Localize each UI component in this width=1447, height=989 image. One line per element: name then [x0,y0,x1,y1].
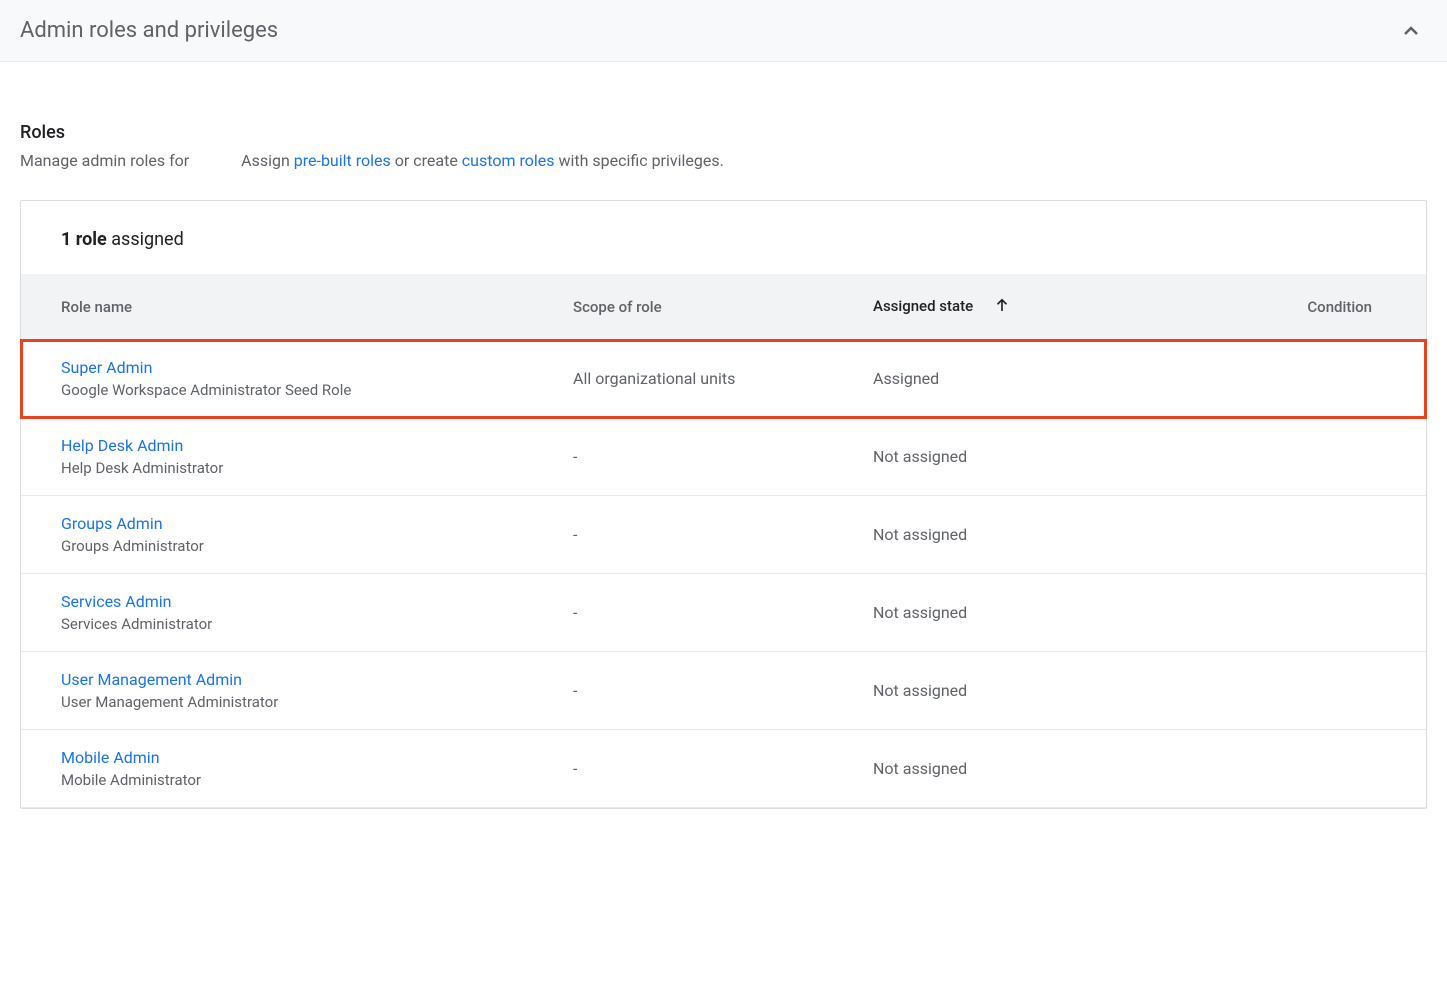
table-row[interactable]: Groups Admin Groups Administrator-Not ass… [21,496,1426,574]
table-row[interactable]: Services Admin Services Administrator-Not… [21,574,1426,652]
cell-state: Not assigned [861,496,1151,574]
cell-condition [1151,574,1426,652]
table-row[interactable]: Super Admin Google Workspace Administrato… [21,340,1426,418]
role-description: User Management Administrator [61,693,549,711]
custom-roles-link[interactable]: custom roles [462,151,555,170]
cell-scope: - [561,496,861,574]
cell-condition [1151,652,1426,730]
role-name-link[interactable]: Help Desk Admin [61,436,549,455]
chevron-up-icon[interactable] [1399,19,1423,43]
card-header: 1 role assigned [21,201,1426,274]
table-body: Super Admin Google Workspace Administrato… [21,340,1426,808]
cell-state: Not assigned [861,652,1151,730]
card-header-title: 1 role assigned [61,229,1386,250]
cell-scope: All organizational units [561,340,861,418]
cell-scope: - [561,730,861,808]
role-name-link[interactable]: Services Admin [61,592,549,611]
cell-role: Services Admin Services Administrator [21,574,561,652]
cell-state: Not assigned [861,574,1151,652]
cell-condition [1151,418,1426,496]
col-header-condition[interactable]: Condition [1151,274,1426,340]
cell-role: User Management Admin User Management Adm… [21,652,561,730]
table-head: Role name Scope of role Assigned state C… [21,274,1426,340]
subtitle-or: or create [391,151,462,170]
cell-scope: - [561,418,861,496]
panel-header: Admin roles and privileges [0,0,1447,62]
table-row[interactable]: Help Desk Admin Help Desk Administrator-N… [21,418,1426,496]
cell-role: Groups Admin Groups Administrator [21,496,561,574]
cell-scope: - [561,574,861,652]
cell-role: Help Desk Admin Help Desk Administrator [21,418,561,496]
subtitle-assign: Assign [241,151,294,170]
role-count-bold: 1 role [61,229,107,250]
role-name-link[interactable]: Super Admin [61,358,549,377]
cell-condition [1151,340,1426,418]
content-area: Roles Manage admin roles for Assign pre-… [0,62,1447,809]
prebuilt-roles-link[interactable]: pre-built roles [294,151,391,170]
role-description: Help Desk Administrator [61,459,549,477]
roles-card: 1 role assigned Role name Scope of role … [20,200,1427,809]
table-row[interactable]: User Management Admin User Management Adm… [21,652,1426,730]
role-description: Groups Administrator [61,537,549,555]
cell-scope: - [561,652,861,730]
role-description: Mobile Administrator [61,771,549,789]
panel-title: Admin roles and privileges [20,18,278,43]
section-subtitle: Manage admin roles for Assign pre-built … [20,151,1427,170]
roles-table: Role name Scope of role Assigned state C… [21,274,1426,808]
table-row[interactable]: Mobile Admin Mobile Administrator-Not ass… [21,730,1426,808]
role-count-rest: assigned [107,229,184,250]
cell-state: Not assigned [861,730,1151,808]
arrow-up-icon [993,296,1011,318]
section-title: Roles [20,122,1427,143]
role-name-link[interactable]: Groups Admin [61,514,549,533]
cell-role: Super Admin Google Workspace Administrato… [21,340,561,418]
role-name-link[interactable]: User Management Admin [61,670,549,689]
cell-state: Assigned [861,340,1151,418]
cell-role: Mobile Admin Mobile Administrator [21,730,561,808]
role-description: Google Workspace Administrator Seed Role [61,381,549,399]
cell-condition [1151,496,1426,574]
role-description: Services Administrator [61,615,549,633]
role-name-link[interactable]: Mobile Admin [61,748,549,767]
col-header-scope[interactable]: Scope of role [561,274,861,340]
cell-state: Not assigned [861,418,1151,496]
subtitle-suffix: with specific privileges. [554,151,723,170]
col-header-state[interactable]: Assigned state [861,274,1151,340]
cell-condition [1151,730,1426,808]
subtitle-prefix: Manage admin roles for [20,151,189,170]
col-header-role[interactable]: Role name [21,274,561,340]
col-header-state-label: Assigned state [873,297,973,315]
